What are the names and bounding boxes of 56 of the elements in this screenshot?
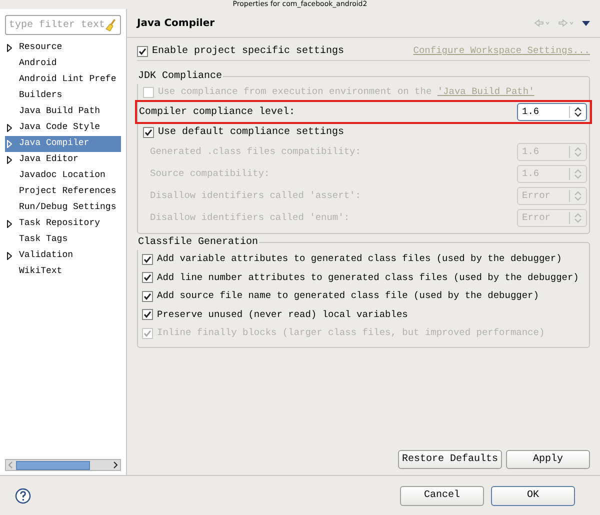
checkbox[interactable]	[142, 254, 153, 265]
tree-item[interactable]: WikiText	[5, 264, 121, 280]
dialog-button[interactable]: OK	[491, 486, 575, 506]
tree-item[interactable]: Task Tags	[5, 232, 121, 248]
tree-item[interactable]: Android	[5, 56, 121, 72]
field-label: Source compatibility:	[150, 166, 270, 181]
up-down-arrow-icon	[574, 107, 582, 117]
checkbox-label: Use compliance from execution environment on the	[158, 84, 433, 99]
tree-item[interactable]: Android Lint Prefe	[5, 72, 121, 88]
checkbox[interactable]	[142, 272, 153, 284]
dialog-button[interactable]: Apply	[506, 450, 590, 469]
dropdown[interactable]: 1.6	[517, 103, 587, 121]
tree-item[interactable]: Project References	[5, 184, 121, 200]
checkbox[interactable]	[137, 46, 148, 56]
dialog-button[interactable]: Cancel	[400, 486, 484, 506]
filter-field[interactable]: type filter text	[5, 15, 121, 35]
dialog-button[interactable]: Restore Defaults	[398, 450, 502, 469]
tree-item[interactable]: Validation	[5, 248, 121, 264]
checkbox-label: Enable project specific settings	[152, 44, 344, 58]
checkbox-label: Inline finally blocks (larger class files, but improved performance)	[157, 326, 545, 340]
expand-arrow-icon[interactable]	[7, 252, 12, 260]
checkbox[interactable]	[143, 127, 154, 138]
expand-arrow-icon[interactable]	[7, 220, 12, 228]
checkbox-label: Add variable attributes to generated class files (used by the debugger)	[157, 252, 562, 266]
field-label: Disallow identifiers called 'enum':	[150, 210, 350, 225]
tree-item[interactable]: Java Editor	[5, 152, 121, 168]
group-title: Classfile Generation	[137, 236, 260, 250]
tree-item[interactable]: Run/Debug Settings	[5, 200, 121, 216]
help-icon[interactable]	[15, 488, 31, 504]
broom-icon	[105, 18, 117, 32]
tree-item[interactable]: Task Repository	[5, 216, 121, 232]
checkbox[interactable]	[142, 309, 153, 320]
page-title: Java Compiler	[137, 16, 215, 30]
field-label: Compiler compliance level:	[139, 106, 296, 120]
menu-caret-icon[interactable]	[582, 20, 590, 26]
up-down-arrow-icon	[574, 191, 582, 201]
checkbox[interactable]	[142, 290, 153, 302]
up-down-arrow-icon	[574, 169, 582, 179]
up-down-arrow-icon	[574, 147, 582, 157]
field-label: Disallow identifiers called 'assert':	[150, 188, 361, 203]
tree-item[interactable]: Javadoc Location	[5, 168, 121, 184]
checkbox-label: Use default compliance settings	[158, 126, 344, 140]
expand-arrow-icon[interactable]	[7, 44, 12, 52]
tree-item[interactable]: Java Code Style	[5, 120, 121, 136]
tree-item[interactable]: Java Build Path	[5, 104, 121, 120]
scrollbar-thumb[interactable]	[16, 460, 90, 470]
checkbox-label: Preserve unused (never read) local variables	[157, 308, 408, 322]
field-label: Generated .class files compatibility:	[150, 144, 361, 159]
tree-item[interactable]: Resource	[5, 40, 121, 56]
checkbox-label: Add source file name to generated class file (used by the debugger)	[157, 289, 539, 304]
horizontal-scrollbar[interactable]	[5, 459, 121, 471]
tree-item[interactable]: Java Compiler	[5, 136, 121, 152]
tree-item[interactable]: Builders	[5, 88, 121, 104]
checkbox-label: Add line number attributes to generated class files (used by the debugger)	[157, 270, 579, 285]
group-title: JDK Compliance	[137, 70, 224, 84]
up-down-arrow-icon	[574, 213, 582, 223]
